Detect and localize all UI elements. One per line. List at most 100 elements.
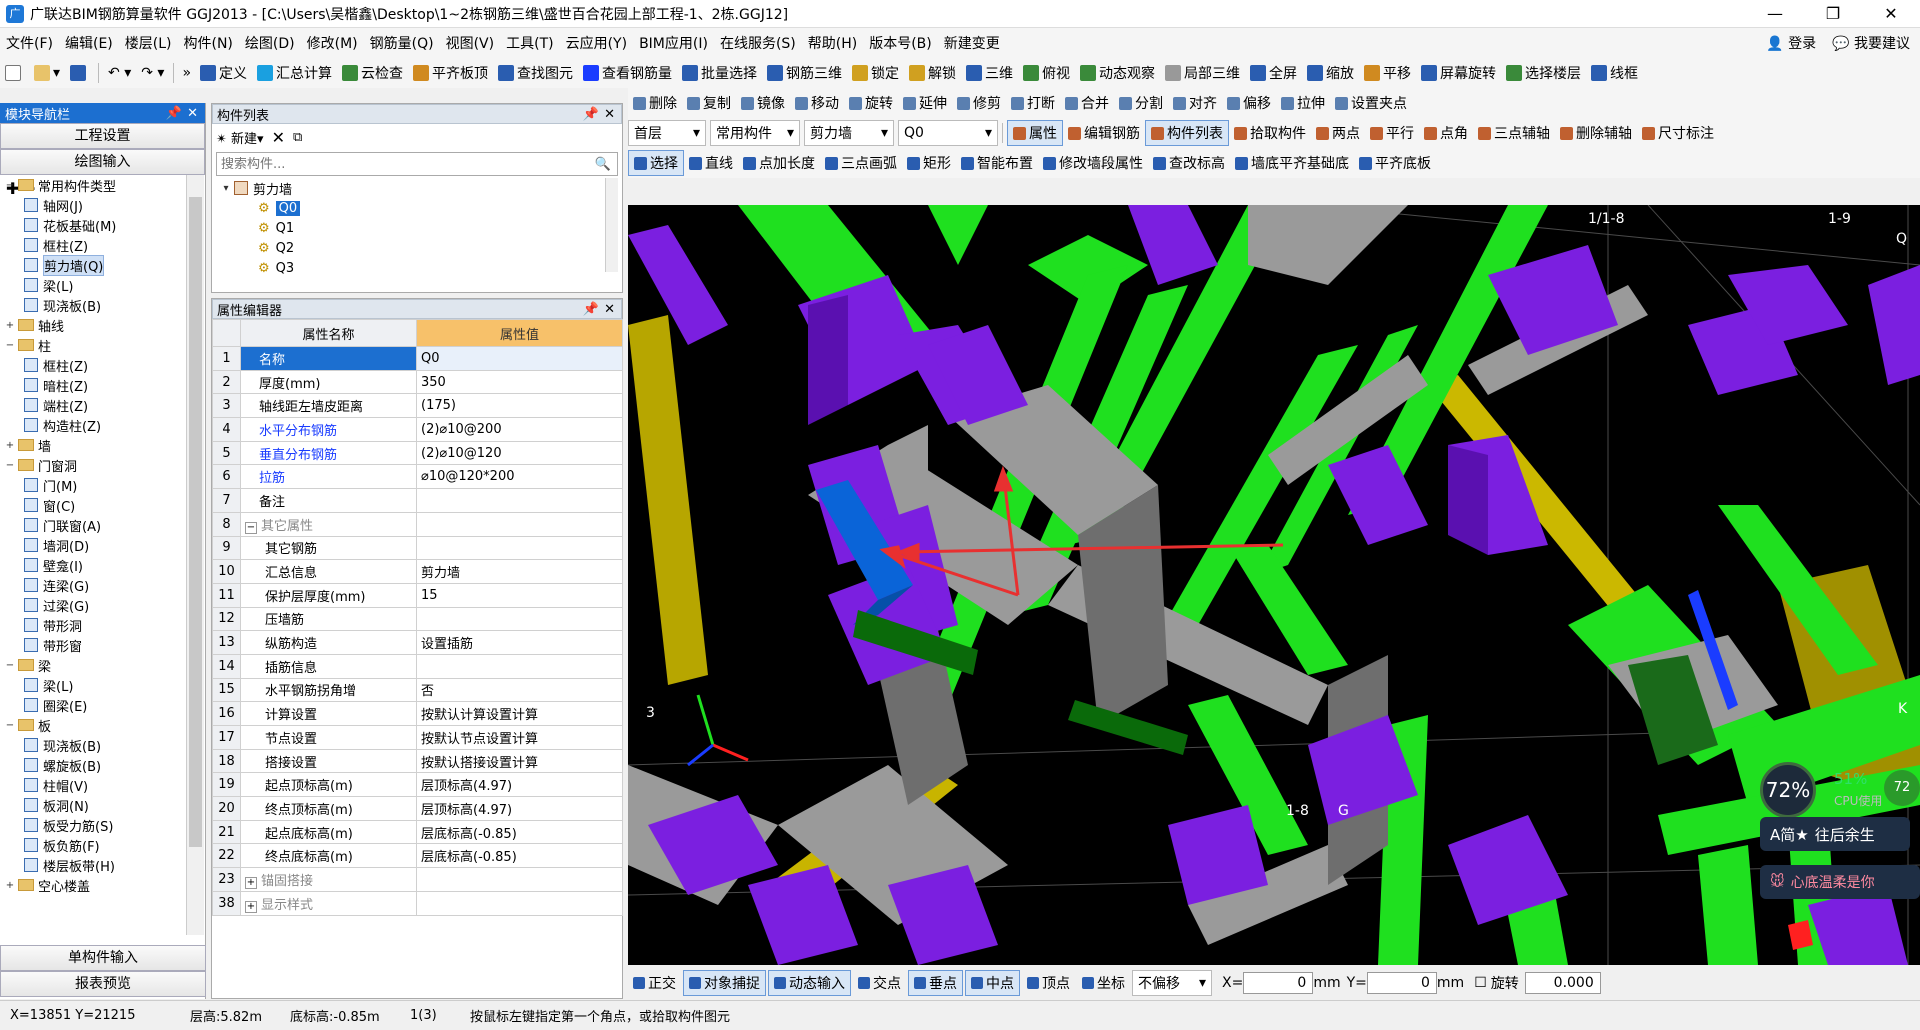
property-row[interactable]: 22 终点底标高(m) 层底标高(-0.85) [212, 843, 623, 869]
toolbar-btn-17[interactable]: 屏幕旋转 [1416, 60, 1501, 86]
component-item[interactable]: ⚙ Q3 [220, 258, 622, 278]
tree-node[interactable]: + 墙 [0, 435, 186, 455]
draw-btn-0[interactable]: 选择 [628, 150, 684, 176]
tree-node[interactable]: + 轴线 [0, 315, 186, 335]
toolbar-btn-15[interactable]: 缩放 [1302, 60, 1359, 86]
property-value[interactable]: 层底标高(-0.85) [416, 819, 623, 845]
minimize-button[interactable]: — [1746, 0, 1804, 28]
suggest-button[interactable]: 💬 我要建议 [1832, 33, 1910, 53]
edit-btn-4[interactable]: 旋转 [844, 90, 898, 116]
rotate-checkbox[interactable]: ☐ [1474, 975, 1487, 991]
toolbar-btn-5[interactable]: 查看钢筋量 [578, 60, 677, 86]
edit-btn-0[interactable]: 删除 [628, 90, 682, 116]
floor-select[interactable]: 首层 ▾ [628, 120, 706, 146]
menu-item-1[interactable]: 编辑(E) [59, 33, 119, 53]
tree-node[interactable]: 暗柱(Z) [0, 375, 186, 395]
toolbar-btn-8[interactable]: 锁定 [847, 60, 904, 86]
drawing-input-button[interactable]: 绘图输入 [0, 149, 205, 175]
toolbar-btn-2[interactable]: 云检查 [337, 60, 408, 86]
undo-icon[interactable]: ↶ ▾ [103, 60, 136, 86]
property-row[interactable]: 17 节点设置 按默认节点设置计算 [212, 725, 623, 750]
tree-node[interactable]: 框柱(Z) [0, 235, 186, 255]
expand-icon[interactable]: − [245, 521, 257, 534]
tree-node[interactable]: 带形洞 [0, 615, 186, 635]
property-row[interactable]: 38 + 显示样式 [212, 890, 623, 916]
edit-btn-12[interactable]: 拉伸 [1276, 90, 1330, 116]
snap-btn-4[interactable]: 垂点 [908, 970, 963, 996]
property-value[interactable]: ⌀10@120*200 [416, 464, 623, 490]
tree-node[interactable]: 梁(L) [0, 275, 186, 295]
expand-icon[interactable]: + [4, 440, 16, 451]
edit-btn-7[interactable]: 打断 [1006, 90, 1060, 116]
menu-item-7[interactable]: 视图(V) [440, 33, 501, 53]
tree-node[interactable]: 圈梁(E) [0, 695, 186, 715]
draw-btn-8[interactable]: 墙底平齐基础底 [1230, 150, 1354, 176]
component-btn-4[interactable]: 两点 [1311, 120, 1365, 146]
login-button[interactable]: 👤 登录 [1766, 33, 1816, 53]
property-value[interactable]: Q0 [416, 346, 623, 371]
tree-node[interactable]: 构造柱(Z) [0, 415, 186, 435]
expand-icon[interactable]: + [245, 900, 257, 913]
property-row[interactable]: 16 计算设置 按默认计算设置计算 [212, 701, 623, 726]
y-input[interactable]: 0 [1366, 972, 1437, 994]
new-component-button[interactable]: ✴ 新建▾ [216, 128, 264, 147]
property-row[interactable]: 11 保护层厚度(mm) 15 [212, 582, 623, 608]
toolbar-btn-12[interactable]: 动态观察 [1075, 60, 1160, 86]
edit-btn-5[interactable]: 延伸 [898, 90, 952, 116]
property-row[interactable]: 2 厚度(mm) 350 [212, 369, 623, 395]
tree-node[interactable]: 板负筋(F) [0, 835, 186, 855]
property-value[interactable]: 按默认搭接设置计算 [416, 748, 623, 774]
close-button[interactable]: ✕ [1862, 0, 1920, 28]
redo-icon[interactable]: ↷ ▾ [136, 60, 169, 86]
single-component-input-button[interactable]: 单构件输入 [0, 945, 206, 971]
property-value[interactable]: (2)⌀10@200 [416, 417, 623, 442]
tree-node[interactable]: 墙洞(D) [0, 535, 186, 555]
snap-btn-3[interactable]: 交点 [853, 970, 906, 996]
component-search-input[interactable] [217, 156, 589, 172]
3d-viewport[interactable]: 1/1-8 1-9 Q 1-8 G K 3 72% 51% CPU使用 72 A简★ 往后余… [628, 205, 1920, 965]
property-row[interactable]: 8− 其它属性 [212, 511, 623, 537]
component-btn-2[interactable]: 构件列表 [1145, 120, 1229, 146]
property-row[interactable]: 20 终点顶标高(m) 层顶标高(4.97) [212, 796, 623, 821]
property-value[interactable] [416, 606, 623, 632]
menu-item-4[interactable]: 绘图(D) [239, 33, 301, 53]
property-value[interactable]: 剪力墙 [416, 559, 623, 584]
toolbar-btn-0[interactable]: 定义 [195, 60, 252, 86]
draw-btn-4[interactable]: 矩形 [902, 150, 956, 176]
menu-item-3[interactable]: 构件(N) [178, 33, 239, 53]
component-item[interactable]: ⚙ Q2 [220, 238, 622, 258]
delete-component-icon[interactable]: ✕ [272, 128, 285, 147]
tree-node[interactable]: 连梁(G) [0, 575, 186, 595]
tree-node[interactable]: 花板基础(M) [0, 215, 186, 235]
save-icon[interactable] [65, 60, 94, 86]
close-icon[interactable]: ✕ [604, 107, 615, 122]
property-row[interactable]: 12 压墙筋 [212, 606, 623, 632]
pin-icon[interactable]: 📌 [583, 302, 599, 317]
property-row[interactable]: 4 水平分布钢筋 (2)⌀10@200 [212, 417, 623, 442]
expand-icon[interactable]: − [4, 340, 16, 351]
toolbar-btn-19[interactable]: 线框 [1586, 60, 1643, 86]
snap-btn-6[interactable]: 顶点 [1022, 970, 1075, 996]
property-row[interactable]: 6 拉筋 ⌀10@120*200 [212, 464, 623, 490]
edit-btn-6[interactable]: 修剪 [952, 90, 1006, 116]
property-row[interactable]: 13 纵筋构造 设置插筋 [212, 630, 623, 655]
menu-item-11[interactable]: 在线服务(S) [714, 33, 802, 53]
property-row[interactable]: 18 搭接设置 按默认搭接设置计算 [212, 748, 623, 774]
draw-btn-9[interactable]: 平齐底板 [1354, 150, 1436, 176]
draw-btn-7[interactable]: 查改标高 [1148, 150, 1230, 176]
pin-icon[interactable]: 📌 [166, 106, 182, 121]
property-row[interactable]: 15 水平钢筋拐角增 否 [212, 677, 623, 703]
tree-node[interactable]: 板受力筋(S) [0, 815, 186, 835]
toolbar-btn-18[interactable]: 选择楼层 [1501, 60, 1586, 86]
expand-icon[interactable]: − [4, 180, 16, 191]
property-row[interactable]: 10 汇总信息 剪力墙 [212, 559, 623, 584]
draw-btn-2[interactable]: 点加长度 [738, 150, 820, 176]
edit-btn-10[interactable]: 对齐 [1168, 90, 1222, 116]
property-value[interactable] [416, 511, 623, 537]
tree-node[interactable]: 螺旋板(B) [0, 755, 186, 775]
component-btn-8[interactable]: 删除辅轴 [1555, 120, 1637, 146]
property-value[interactable] [416, 535, 623, 561]
menu-item-8[interactable]: 工具(T) [500, 33, 559, 53]
tree-node[interactable]: 壁龛(I) [0, 555, 186, 575]
tree-node[interactable]: 现浇板(B) [0, 735, 186, 755]
